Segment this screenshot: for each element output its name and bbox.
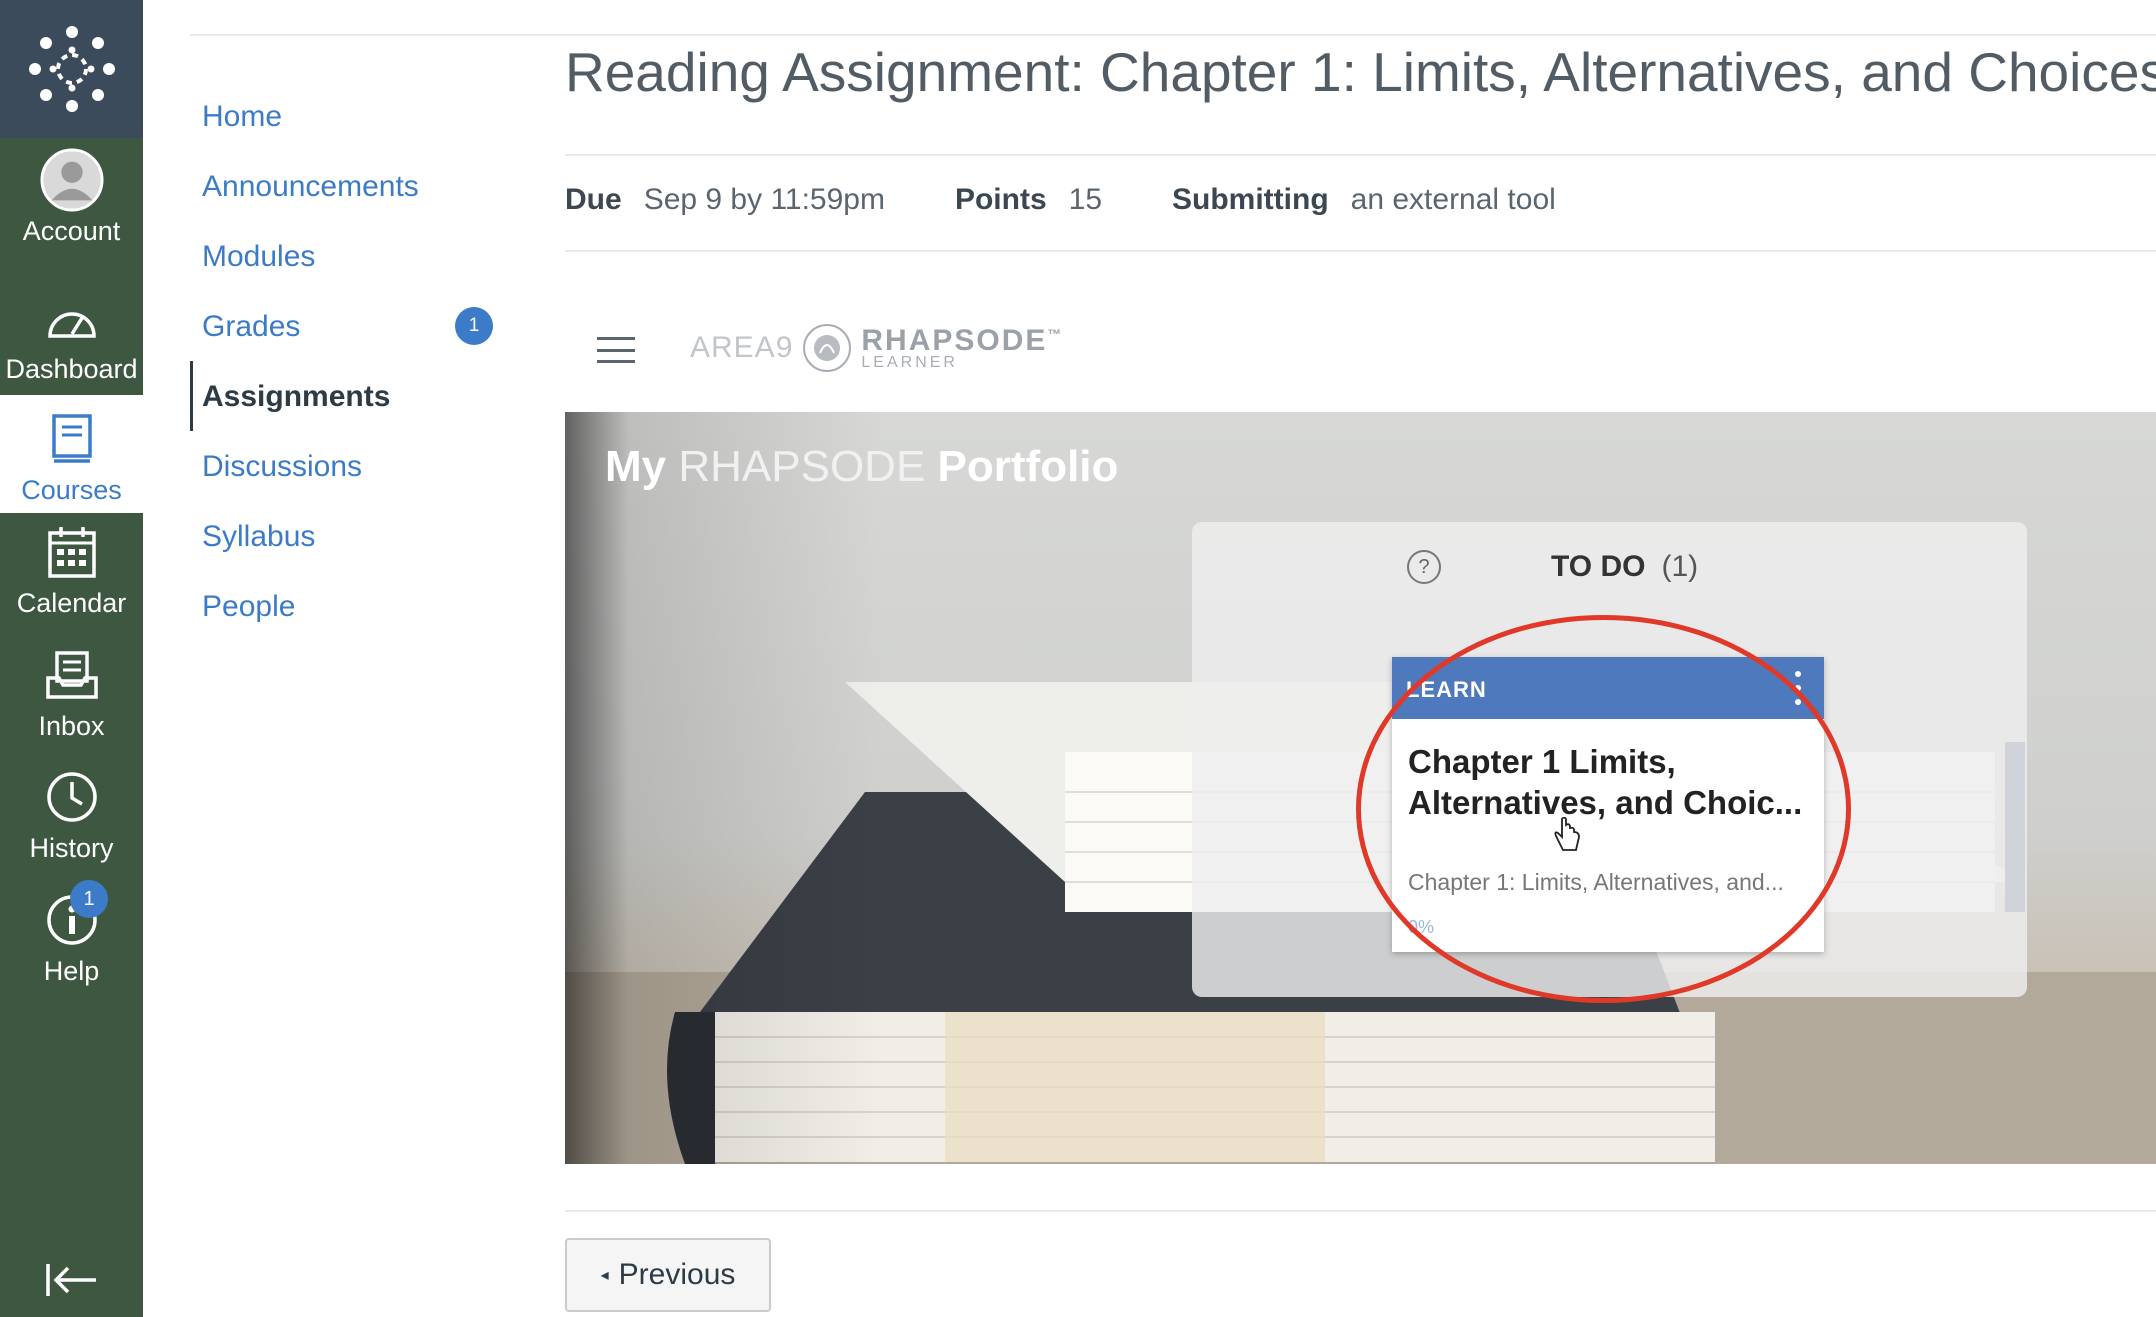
calendar-icon <box>40 520 104 584</box>
portfolio-title-my: My <box>605 442 667 491</box>
inbox-icon <box>40 643 104 707</box>
dashboard-icon <box>40 290 104 350</box>
collapse-arrow-icon <box>45 1264 96 1296</box>
global-nav-calendar-label: Calendar <box>16 588 127 618</box>
global-nav-history-label: History <box>29 833 114 863</box>
course-nav-announcements[interactable]: Announcements <box>202 170 419 204</box>
portfolio-title-rhapsode: RHAPSODE <box>678 442 926 491</box>
global-nav-account[interactable]: Account <box>0 148 143 263</box>
todo-panel: ? TO DO (1) LEARN Chapter 1 Limits, Alte… <box>1192 522 2027 997</box>
courses-icon <box>40 407 104 471</box>
global-nav-inbox-label: Inbox <box>38 711 105 741</box>
learner-subtitle: LEARNER <box>861 354 958 371</box>
course-nav-assignments[interactable]: Assignments <box>202 380 390 414</box>
rhapsode-brand-logo: AREA9 RHAPSODE™ LEARNER <box>690 324 1063 372</box>
points-label: Points <box>954 183 1047 216</box>
global-navigation: Account Dashboard Courses Calendar Inbox… <box>0 0 143 1317</box>
portfolio-title-portfolio: Portfolio <box>937 442 1119 491</box>
grades-badge: 1 <box>455 307 493 345</box>
global-nav-inbox[interactable]: Inbox <box>0 643 143 743</box>
title-divider <box>565 154 2156 156</box>
course-nav-modules[interactable]: Modules <box>202 240 315 274</box>
portfolio-title: My RHAPSODE Portfolio <box>605 442 1118 492</box>
learn-card-progress: 0% <box>1408 917 1435 937</box>
canvas-logo[interactable] <box>0 0 143 138</box>
learn-card-subtitle: Chapter 1: Limits, Alternatives, and... <box>1408 869 1784 895</box>
global-nav-dashboard[interactable]: Dashboard <box>0 290 143 385</box>
rhapsode-name: RHAPSODE <box>861 324 1048 357</box>
area9-wordmark: AREA9 <box>690 331 794 364</box>
question-help-icon[interactable]: ? <box>1407 550 1441 584</box>
global-nav-courses-label: Courses <box>21 475 122 505</box>
rhapsode-wordmark: RHAPSODE™ LEARNER <box>861 324 1063 372</box>
global-nav-dashboard-label: Dashboard <box>5 354 138 384</box>
trademark-symbol: ™ <box>1047 326 1064 342</box>
rhapsode-seal-icon <box>803 324 852 372</box>
course-nav-discussions[interactable]: Discussions <box>202 450 362 484</box>
learn-label: LEARN <box>1406 677 1487 702</box>
todo-title: TO DO <box>1551 550 1646 583</box>
canvas-logo-icon <box>28 26 115 112</box>
due-value: Sep 9 by 11:59pm <box>643 183 885 216</box>
learn-card-title[interactable]: Chapter 1 Limits, Alternatives, and Choi… <box>1408 741 1808 823</box>
global-nav-calendar[interactable]: Calendar <box>0 520 143 620</box>
course-nav-people[interactable]: People <box>202 590 295 624</box>
assignment-details: Due Sep 9 by 11:59pm Points 15 Submittin… <box>565 183 1626 217</box>
learn-card[interactable]: LEARN Chapter 1 Limits, Alternatives, an… <box>1392 657 1824 952</box>
global-nav-account-label: Account <box>22 216 121 246</box>
account-icon <box>39 148 104 212</box>
submitting-value: an external tool <box>1350 183 1556 216</box>
collapse-nav-button[interactable] <box>0 1250 143 1310</box>
active-indicator <box>190 361 193 431</box>
submitting-label: Submitting <box>1172 183 1329 216</box>
points-value: 15 <box>1068 183 1103 216</box>
course-nav-home[interactable]: Home <box>202 100 282 134</box>
rhapsode-portfolio-panel: My RHAPSODE Portfolio ? TO DO (1) LEARN … <box>565 412 2156 1164</box>
details-divider <box>565 250 2156 252</box>
hand-pointer-cursor-icon <box>1552 816 1582 860</box>
todo-header: ? TO DO (1) <box>1407 550 1698 584</box>
caret-left-icon: ◂ <box>600 1267 609 1284</box>
course-nav-grades[interactable]: Grades <box>202 310 300 344</box>
more-options-icon[interactable] <box>1794 671 1802 705</box>
todo-count: (1) <box>1661 550 1699 583</box>
main-content: Reading Assignment: Chapter 1: Limits, A… <box>565 0 2156 1317</box>
history-icon <box>40 765 104 829</box>
learn-card-header: LEARN <box>1392 657 1824 719</box>
hamburger-menu-icon[interactable] <box>597 337 635 363</box>
previous-label: Previous <box>618 1258 736 1291</box>
global-nav-courses[interactable]: Courses <box>0 395 143 513</box>
help-notification-badge: 1 <box>70 880 108 918</box>
footer-divider <box>565 1210 2156 1212</box>
page-title: Reading Assignment: Chapter 1: Limits, A… <box>565 41 2156 103</box>
external-tool-header: AREA9 RHAPSODE™ LEARNER <box>565 300 2156 412</box>
global-nav-history[interactable]: History <box>0 765 143 865</box>
global-nav-help-label: Help <box>43 956 100 986</box>
previous-button[interactable]: ◂ Previous <box>565 1238 771 1312</box>
course-nav-syllabus[interactable]: Syllabus <box>202 520 315 554</box>
due-label: Due <box>565 183 622 216</box>
